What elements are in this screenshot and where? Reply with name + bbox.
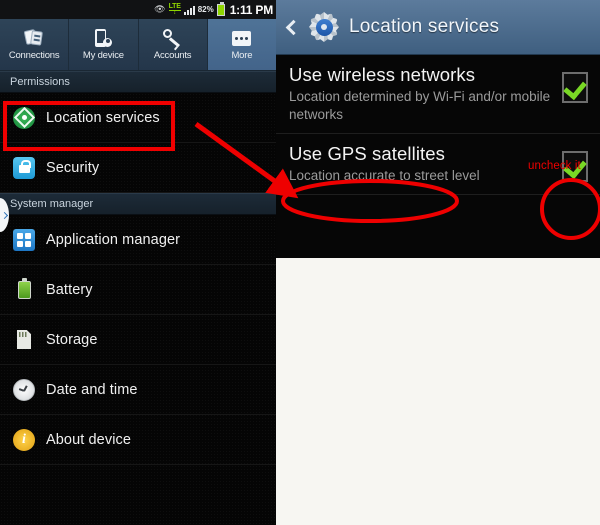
settings-tab-bar: Connections My device Accounts More xyxy=(0,19,276,71)
setting-use-gps-satellites[interactable]: Use GPS satellites Location accurate to … xyxy=(276,134,600,195)
sidebar-item-storage[interactable]: Storage xyxy=(0,315,276,365)
battery-icon xyxy=(216,1,225,16)
page-title: Location services xyxy=(349,16,500,37)
setting-text-block: Use GPS satellites Location accurate to … xyxy=(289,143,562,185)
right-phone-location-services-panel: Location services Use wireless networks … xyxy=(276,0,600,258)
sidebar-item-battery[interactable]: Battery xyxy=(0,265,276,315)
tab-more-label: More xyxy=(231,50,253,61)
setting-subtitle-wireless-networks: Location determined by Wi-Fi and/or mobi… xyxy=(289,89,551,122)
checkbox-gps-satellites[interactable] xyxy=(562,151,588,182)
tab-my-device[interactable]: My device xyxy=(69,19,139,70)
checkmark-icon xyxy=(563,154,587,180)
location-crosshair-icon xyxy=(13,106,35,129)
section-header-permissions-label: Permissions xyxy=(10,76,70,88)
section-header-system-manager: System manager xyxy=(0,193,276,215)
battery-icon xyxy=(13,277,35,301)
setting-subtitle-gps-satellites: Location accurate to street level xyxy=(289,168,480,183)
tab-more[interactable]: More xyxy=(207,19,276,70)
setting-title-wireless-networks: Use wireless networks xyxy=(289,64,476,85)
setting-title-gps-satellites: Use GPS satellites xyxy=(289,143,446,164)
sidebar-item-location-services-label: Location services xyxy=(46,109,160,126)
clock-icon xyxy=(13,378,35,401)
sidebar-item-about-device-label: About device xyxy=(46,431,132,448)
sd-card-icon xyxy=(13,329,35,351)
more-dots-icon xyxy=(232,28,252,48)
setting-use-wireless-networks[interactable]: Use wireless networks Location determine… xyxy=(276,55,600,134)
left-phone-settings-panel: 👁 LTE ↕ 82% 1:11 PM Connections My devic… xyxy=(0,0,276,525)
info-icon: i xyxy=(13,428,35,451)
battery-percent-label: 82% xyxy=(197,4,214,14)
sidebar-item-date-and-time[interactable]: Date and time xyxy=(0,365,276,415)
status-bar: 👁 LTE ↕ 82% 1:11 PM xyxy=(0,0,276,19)
lte-indicator: LTE ↕ xyxy=(168,3,181,16)
sidebar-item-date-and-time-label: Date and time xyxy=(46,381,138,398)
accounts-key-icon xyxy=(163,28,182,48)
checkbox-wireless-networks[interactable] xyxy=(562,72,588,103)
sidebar-item-application-manager[interactable]: Application manager xyxy=(0,215,276,265)
sidebar-item-location-services[interactable]: Location services xyxy=(0,93,276,143)
setting-text-block: Use wireless networks Location determine… xyxy=(289,64,562,124)
screenshot-root: 👁 LTE ↕ 82% 1:11 PM Connections My devic… xyxy=(0,0,600,525)
status-bar-clock: 1:11 PM xyxy=(229,2,273,17)
lte-arrows-icon: ↕ xyxy=(173,10,177,16)
sidebar-item-battery-label: Battery xyxy=(46,281,93,298)
app-grid-icon xyxy=(13,228,35,251)
tab-accounts-label: Accounts xyxy=(153,50,192,61)
back-chevron-icon[interactable] xyxy=(285,19,302,35)
checkmark-icon xyxy=(563,75,587,101)
eye-icon: 👁 xyxy=(154,4,166,14)
sidebar-item-security[interactable]: Security xyxy=(0,143,276,193)
tab-connections-label: Connections xyxy=(8,50,60,61)
signal-bars-icon xyxy=(183,5,195,15)
sidebar-item-storage-label: Storage xyxy=(46,331,98,348)
tab-connections[interactable]: Connections xyxy=(0,19,70,70)
connections-icon xyxy=(23,28,44,48)
section-header-system-manager-label: System manager xyxy=(10,198,94,210)
section-header-permissions: Permissions xyxy=(0,71,276,93)
lock-icon xyxy=(13,156,35,179)
sidebar-item-about-device[interactable]: i About device xyxy=(0,415,276,465)
settings-gear-icon xyxy=(309,12,339,42)
sidebar-item-application-manager-label: Application manager xyxy=(46,231,181,248)
location-services-header: Location services xyxy=(276,0,600,55)
tab-accounts[interactable]: Accounts xyxy=(138,19,208,70)
tab-my-device-label: My device xyxy=(82,50,124,61)
my-device-icon xyxy=(94,28,113,48)
sidebar-item-security-label: Security xyxy=(46,159,100,176)
chevron-right-icon xyxy=(0,211,9,219)
